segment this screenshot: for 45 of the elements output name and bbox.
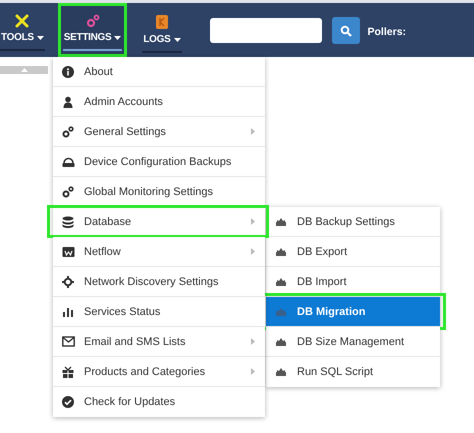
gears-icon xyxy=(62,186,74,198)
nav-tab[interactable]: SETTINGS xyxy=(58,3,128,57)
menu-item[interactable]: Services Status xyxy=(53,297,265,327)
info-icon xyxy=(62,66,74,78)
gears-icon xyxy=(86,14,100,28)
menu-item[interactable]: Admin Accounts xyxy=(53,87,265,117)
menu-item[interactable]: General Settings xyxy=(53,117,265,147)
pollers-label: Pollers: xyxy=(368,26,406,40)
submenu-item[interactable]: DB Export xyxy=(266,237,440,267)
bar-chart-icon xyxy=(62,306,74,318)
network-icon xyxy=(62,276,74,288)
scroll-up-icon[interactable] xyxy=(20,68,28,72)
submenu-item[interactable]: Run SQL Script xyxy=(266,357,440,387)
menu-item[interactable]: Device Configuration Backups xyxy=(53,147,265,177)
database-crown-icon xyxy=(275,246,287,256)
gift-icon xyxy=(62,366,74,378)
database-icon xyxy=(62,216,74,228)
menu-item[interactable]: Global Monitoring Settings xyxy=(53,177,265,207)
user-icon xyxy=(62,96,74,108)
nav-tab[interactable]: LOGS xyxy=(137,3,187,57)
database-crown-icon xyxy=(275,336,287,346)
caret-icon xyxy=(36,36,44,40)
caret-icon xyxy=(174,38,181,42)
database-crown-icon xyxy=(275,367,287,377)
caret-icon xyxy=(114,36,122,40)
gears-icon xyxy=(62,126,74,138)
search-field[interactable] xyxy=(210,18,322,43)
tools-icon xyxy=(15,14,30,28)
submenu-item[interactable]: DB Import xyxy=(266,267,440,297)
database-crown-icon xyxy=(275,216,287,226)
search-button[interactable] xyxy=(332,17,360,44)
menu-item[interactable]: Check for Updates xyxy=(53,387,265,417)
menu-item[interactable]: About xyxy=(53,57,265,87)
submenu-item[interactable]: DB Size Management xyxy=(266,327,440,357)
menu-item[interactable]: Products and Categories xyxy=(53,357,265,387)
menu-item[interactable]: Netflow xyxy=(53,237,265,267)
submenu-item[interactable]: DB Backup Settings xyxy=(266,207,440,237)
menu-item[interactable]: Network Discovery Settings xyxy=(53,267,265,297)
menu-item[interactable]: Email and SMS Lists xyxy=(53,327,265,357)
envelope-icon xyxy=(62,336,74,347)
database-crown-icon xyxy=(275,276,287,286)
check-circle-icon xyxy=(62,396,74,408)
search-icon xyxy=(340,24,352,36)
nav-tab[interactable]: TOOLS xyxy=(0,3,50,57)
database-crown-icon xyxy=(275,306,287,316)
